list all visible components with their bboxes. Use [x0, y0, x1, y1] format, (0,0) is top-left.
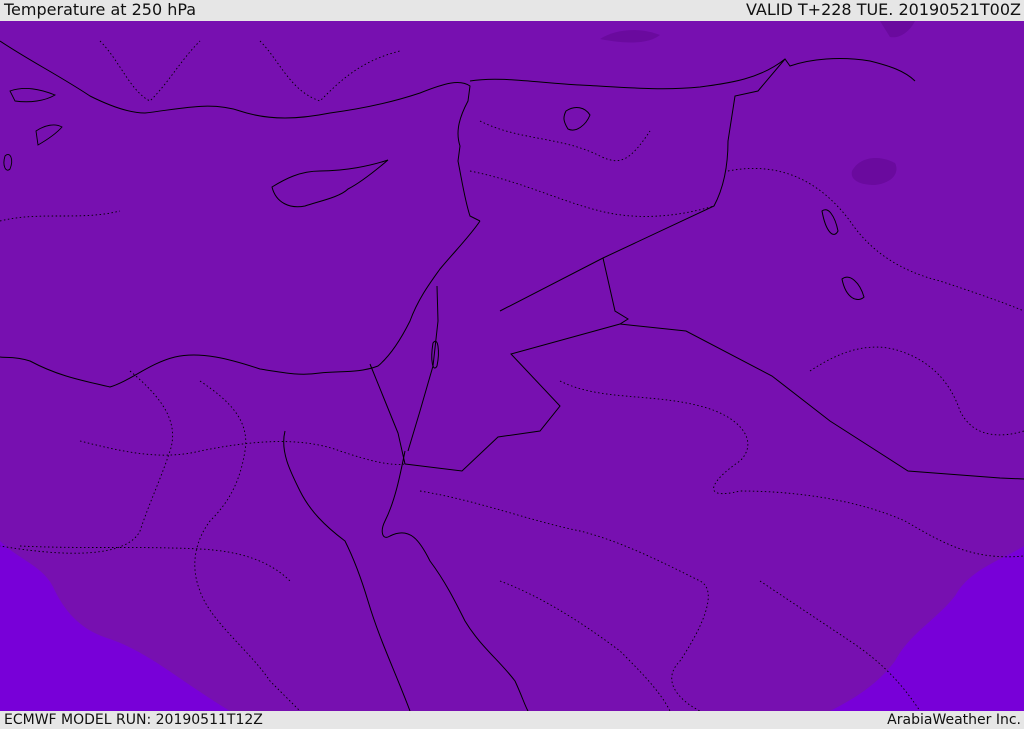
footer-bar: ECMWF MODEL RUN: 20190511T12Z ArabiaWeat… — [0, 711, 1024, 729]
model-run: ECMWF MODEL RUN: 20190511T12Z — [4, 712, 263, 728]
valid-time: VALID T+228 TUE. 20190521T00Z — [745, 0, 1021, 19]
credit: ArabiaWeather Inc. — [887, 712, 1021, 728]
map-title: Temperature at 250 hPa — [4, 0, 197, 19]
header-bar: Temperature at 250 hPa VALID T+228 TUE. … — [0, 0, 1024, 21]
temperature-field — [0, 21, 1024, 711]
temperature-map — [0, 21, 1024, 711]
